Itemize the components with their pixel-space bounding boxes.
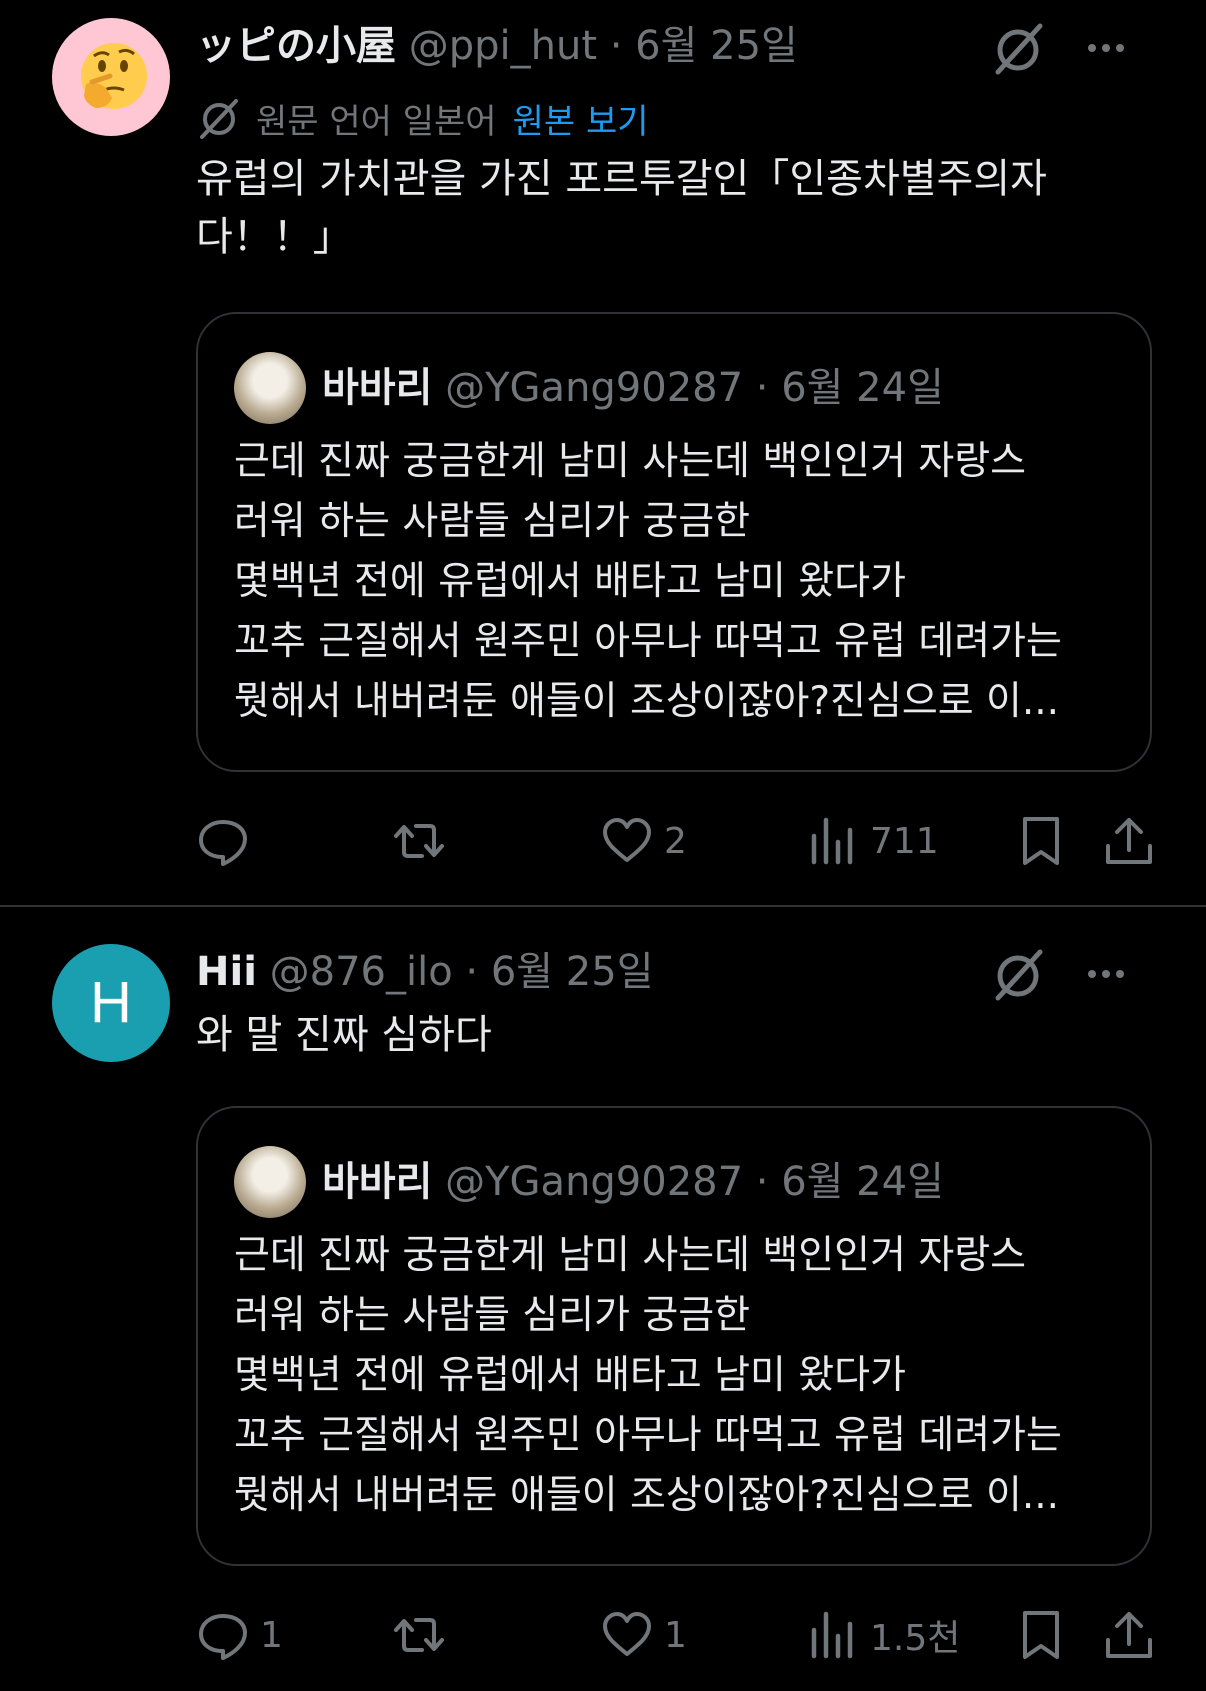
author-handle[interactable]: @876_ilo (270, 949, 453, 995)
thinking-face-icon (81, 43, 147, 109)
quoted-text-line: 꼬추 근질해서 원주민 아무나 따먹고 유럽 데려가는 (234, 619, 1062, 664)
reply-button[interactable] (196, 806, 260, 876)
quoted-text-line: 몇백년 전에 유럽에서 배타고 남미 왔다가 (234, 559, 906, 604)
quoted-date: 6월 24일 (781, 1159, 944, 1205)
quoted-avatar[interactable] (234, 1146, 306, 1218)
author-name[interactable]: ッピの小屋 (196, 23, 396, 69)
quoted-text-line: 뭣해서 내버려둔 애들이 조상이잖아?진심으로 이... (234, 679, 1060, 724)
show-original-link[interactable]: 원본 보기 (513, 94, 649, 143)
retweet-button[interactable] (392, 806, 456, 876)
tweet-header: ッピの小屋 @ppi_hut · 6월 25일 (196, 18, 1096, 74)
tweet-header: Hii @876_ilo · 6월 25일 (196, 944, 1096, 1000)
quoted-text-line: 근데 진짜 궁금한게 남미 사는데 백인인거 자랑스 (234, 439, 1026, 484)
quoted-text-line: 뭣해서 내버려둔 애들이 조상이잖아?진심으로 이... (234, 1473, 1060, 1518)
tweet-date[interactable]: 6월 25일 (491, 949, 654, 995)
separator: · (755, 365, 769, 411)
like-count: 2 (664, 820, 687, 862)
grok-icon[interactable] (990, 20, 1046, 76)
action-bar: 1 1 1.5천 (196, 1600, 1156, 1670)
share-button[interactable] (1102, 1600, 1156, 1670)
more-icon[interactable] (1082, 950, 1130, 998)
retweet-button[interactable] (392, 1600, 456, 1670)
quoted-date: 6월 24일 (781, 365, 944, 411)
translation-source: 원문 언어 일본어 (256, 101, 497, 142)
views-icon (811, 1611, 853, 1659)
quoted-author-handle: @YGang90287 (445, 365, 744, 411)
quoted-text: 근데 진짜 궁금한게 남미 사는데 백인인거 자랑스 러워 하는 사람들 심리가… (234, 1226, 1114, 1526)
avatar[interactable] (52, 18, 170, 136)
quoted-avatar[interactable] (234, 352, 306, 424)
bookmark-icon (1023, 1611, 1059, 1659)
quoted-author-name: 바바리 (322, 1159, 433, 1205)
quoted-text-line: 러워 하는 사람들 심리가 궁금한 (234, 1293, 751, 1338)
views-button[interactable]: 711 (806, 806, 939, 876)
reply-count: 1 (260, 1614, 283, 1656)
quoted-text-line: 꼬추 근질해서 원주민 아무나 따먹고 유럽 데려가는 (234, 1413, 1062, 1458)
separator: · (465, 949, 479, 995)
views-icon (811, 817, 853, 865)
separator: · (755, 1159, 769, 1205)
views-button[interactable]: 1.5천 (806, 1600, 960, 1670)
share-icon (1106, 1612, 1152, 1658)
action-bar: 2 711 (196, 806, 1156, 876)
bookmark-button[interactable] (1014, 1600, 1068, 1670)
tweet-text: 와 말 진짜 심하다 (196, 1012, 492, 1058)
reply-icon (199, 820, 247, 866)
reply-icon (199, 1614, 247, 1660)
quoted-text-line: 근데 진짜 궁금한게 남미 사는데 백인인거 자랑스 (234, 1233, 1026, 1278)
author-name[interactable]: Hii (196, 949, 257, 995)
tweet-text: 유럽의 가치관을 가진 포르투갈인「인종차별주의자다！！」 (196, 156, 1047, 260)
bookmark-button[interactable] (1014, 806, 1068, 876)
quoted-text: 근데 진짜 궁금한게 남미 사는데 백인인거 자랑스 러워 하는 사람들 심리가… (234, 432, 1114, 732)
quoted-text-line: 몇백년 전에 유럽에서 배타고 남미 왔다가 (234, 1353, 906, 1398)
quoted-header: 바바리 @YGang90287 · 6월 24일 (322, 1152, 944, 1212)
tweet[interactable]: H Hii @876_ilo · 6월 25일 와 말 진짜 심하다 바바리 @… (0, 908, 1206, 1691)
share-icon (1106, 818, 1152, 864)
quoted-author-handle: @YGang90287 (445, 1159, 744, 1205)
bookmark-icon (1023, 817, 1059, 865)
quoted-header: 바바리 @YGang90287 · 6월 24일 (322, 358, 944, 418)
tweet-date[interactable]: 6월 25일 (635, 23, 798, 69)
reply-button[interactable]: 1 (196, 1600, 283, 1670)
quoted-text-line: 러워 하는 사람들 심리가 궁금한 (234, 499, 751, 544)
views-count: 711 (870, 820, 939, 862)
grok-icon[interactable] (990, 946, 1046, 1002)
retweet-icon (394, 1618, 444, 1652)
author-handle[interactable]: @ppi_hut (409, 23, 597, 69)
like-count: 1 (664, 1614, 687, 1656)
avatar-letter: H (90, 970, 132, 1035)
quoted-tweet[interactable]: 바바리 @YGang90287 · 6월 24일 근데 진짜 궁금한게 남미 사… (196, 1106, 1152, 1566)
heart-icon (603, 1612, 651, 1656)
quoted-author-name: 바바리 (322, 365, 433, 411)
retweet-icon (394, 824, 444, 858)
tweet[interactable]: ッピの小屋 @ppi_hut · 6월 25일 원문 언어 일본어 원본 보기 … (0, 0, 1206, 905)
grok-translate-icon (200, 99, 238, 139)
heart-icon (603, 818, 651, 862)
avatar[interactable]: H (52, 944, 170, 1062)
separator: · (609, 23, 623, 69)
divider (0, 905, 1206, 907)
like-button[interactable]: 1 (600, 1600, 687, 1670)
views-count: 1.5천 (870, 1618, 961, 1659)
like-button[interactable]: 2 (600, 806, 687, 876)
translation-bar: 원문 언어 일본어 원본 보기 (196, 90, 649, 146)
more-icon[interactable] (1082, 24, 1130, 72)
quoted-tweet[interactable]: 바바리 @YGang90287 · 6월 24일 근데 진짜 궁금한게 남미 사… (196, 312, 1152, 772)
share-button[interactable] (1102, 806, 1156, 876)
